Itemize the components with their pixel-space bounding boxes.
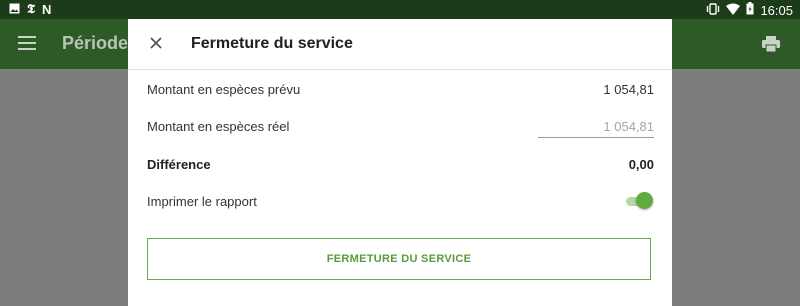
- status-bar: 𝕿 N 16:05: [0, 0, 800, 19]
- clock-time: 16:05: [760, 2, 793, 18]
- nyt-icon: 𝕿: [27, 2, 35, 17]
- close-service-dialog: Fermeture du service Montant en espèces …: [128, 19, 672, 306]
- expected-cash-value: 1 054,81: [603, 82, 654, 97]
- battery-icon: [746, 2, 754, 18]
- n-icon: N: [41, 2, 52, 17]
- difference-value: 0,00: [628, 157, 654, 172]
- vibrate-icon: [706, 2, 720, 18]
- expected-cash-row: Montant en espèces prévu 1 054,81: [147, 82, 654, 97]
- close-service-button[interactable]: FERMETURE DU SERVICE: [147, 238, 651, 280]
- dialog-header: Fermeture du service: [128, 19, 672, 70]
- print-report-row: Imprimer le rapport: [147, 192, 654, 210]
- wifi-icon: [726, 3, 741, 18]
- print-icon[interactable]: [762, 36, 780, 53]
- actual-cash-row: Montant en espèces réel: [147, 115, 654, 138]
- dialog-title: Fermeture du service: [191, 35, 353, 52]
- expected-cash-label: Montant en espèces prévu: [147, 82, 301, 97]
- difference-label: Différence: [147, 157, 211, 172]
- print-report-toggle[interactable]: [624, 192, 653, 210]
- image-icon: [9, 2, 20, 17]
- print-report-label: Imprimer le rapport: [147, 194, 257, 209]
- actual-cash-input[interactable]: [538, 115, 654, 138]
- close-icon[interactable]: [148, 35, 164, 51]
- menu-icon[interactable]: [18, 36, 36, 50]
- actual-cash-label: Montant en espèces réel: [147, 119, 290, 134]
- difference-row: Différence 0,00: [147, 157, 654, 172]
